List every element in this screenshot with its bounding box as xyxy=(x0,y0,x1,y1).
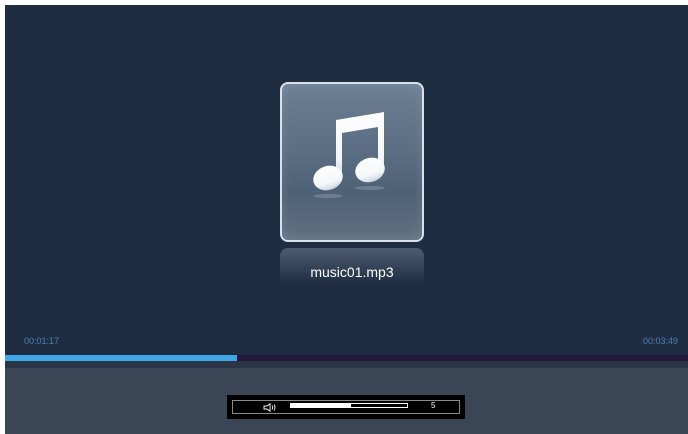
volume-control[interactable]: 5 xyxy=(227,395,465,419)
album-art-card xyxy=(280,82,424,242)
volume-control-frame: 5 xyxy=(232,400,460,414)
volume-slider[interactable] xyxy=(290,403,408,408)
volume-fill xyxy=(291,404,352,407)
speaker-icon xyxy=(263,403,276,412)
music-note-icon xyxy=(313,112,385,198)
time-elapsed: 00:01:17 xyxy=(24,336,60,346)
album-art xyxy=(280,82,424,242)
music-player: music01.mp3 00:01:17 00:03:49 xyxy=(5,5,688,434)
time-total: 00:03:49 xyxy=(642,336,678,346)
progress-bar-shadow xyxy=(5,361,688,368)
volume-level: 5 xyxy=(431,401,436,410)
track-name: music01.mp3 xyxy=(310,264,394,280)
